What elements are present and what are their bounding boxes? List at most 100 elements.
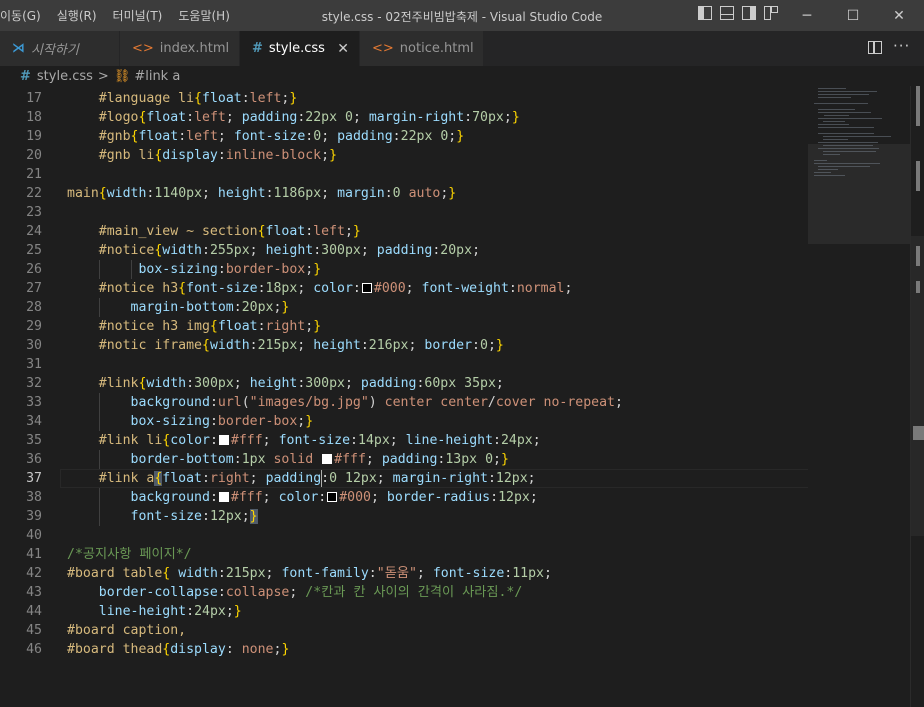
code-line[interactable]: 26 box-sizing:border-box;} — [0, 260, 808, 279]
brace-token: } — [281, 642, 290, 657]
line-number[interactable]: 27 — [0, 279, 42, 298]
line-number[interactable]: 19 — [0, 127, 42, 146]
line-number[interactable]: 31 — [0, 355, 42, 374]
minimap-line — [818, 169, 839, 170]
color-swatch[interactable] — [322, 454, 333, 464]
code-line[interactable]: 37 #link a{float:right; padding:0 12px; … — [0, 469, 810, 488]
punct-token: ; — [493, 452, 501, 467]
number-token: 216px — [368, 338, 409, 353]
menu-terminal[interactable]: 터미널(T) — [105, 7, 171, 24]
menu-go[interactable]: 이동(G) — [0, 7, 49, 24]
code-line[interactable]: 45 #board caption, — [0, 621, 808, 640]
code-line[interactable]: 36 border-bottom:1px solid #fff; padding… — [0, 450, 808, 469]
color-swatch[interactable] — [327, 492, 338, 502]
code-line[interactable]: 43 border-collapse:collapse; /*칸과 칸 사이의 … — [0, 583, 808, 602]
code-line[interactable]: 40 — [0, 526, 808, 545]
line-number[interactable]: 33 — [0, 393, 42, 412]
property-token: font-size — [233, 129, 306, 144]
line-number[interactable]: 40 — [0, 526, 42, 545]
line-number[interactable]: 17 — [0, 89, 42, 108]
code-line[interactable]: 21 — [0, 165, 808, 184]
code-line[interactable]: 35 #link li{color: #fff; font-size:14px; … — [0, 431, 808, 450]
code-line[interactable]: 39 font-size:12px;} — [0, 507, 808, 526]
tab-welcome[interactable]: ⋊ 시작하기 — [0, 31, 120, 66]
code-line[interactable]: 22 main{width:1140px; height:1186px; marg… — [0, 184, 808, 203]
selector-token: #language li — [98, 91, 195, 106]
minimize-button[interactable]: ─ — [784, 0, 830, 31]
tab-notice-html[interactable]: <> notice.html — [360, 31, 484, 66]
tab-index-html[interactable]: <> index.html — [120, 31, 240, 66]
close-window-button[interactable]: ✕ — [876, 0, 922, 31]
vertical-scrollbar[interactable] — [910, 86, 924, 707]
punct-token: ; — [408, 338, 417, 353]
color-swatch[interactable] — [218, 435, 229, 445]
line-number[interactable]: 36 — [0, 450, 42, 469]
toggle-primary-sidebar-icon[interactable] — [698, 6, 712, 20]
line-number[interactable]: 37 — [0, 469, 42, 488]
color-swatch[interactable] — [218, 492, 229, 502]
code-line[interactable]: 44 line-height:24px;} — [0, 602, 808, 621]
line-number[interactable]: 42 — [0, 564, 42, 583]
code-line[interactable]: 31 — [0, 355, 808, 374]
menu-run[interactable]: 실행(R) — [49, 7, 105, 24]
indent-guide — [98, 393, 100, 412]
code-line[interactable]: 30 #notic iframe{width:215px; height:216… — [0, 336, 808, 355]
line-number[interactable]: 39 — [0, 507, 42, 526]
code-line[interactable]: 28 margin-bottom:20px;} — [0, 298, 808, 317]
minimap[interactable] — [808, 86, 910, 707]
line-number[interactable]: 46 — [0, 640, 42, 659]
line-number[interactable]: 21 — [0, 165, 42, 184]
code-line[interactable]: 25 #notice{width:255px; height:300px; pa… — [0, 241, 808, 260]
code-line[interactable]: 19 #gnb{float:left; font-size:0; padding… — [0, 127, 808, 146]
line-number[interactable]: 45 — [0, 621, 42, 640]
line-number[interactable]: 35 — [0, 431, 42, 450]
code-line[interactable]: 24 #main_view ~ section{float:left;} — [0, 222, 808, 241]
line-number[interactable]: 23 — [0, 203, 42, 222]
line-number[interactable]: 25 — [0, 241, 42, 260]
minimap-viewport[interactable] — [808, 144, 910, 244]
code-line[interactable]: 18 #logo{float:left; padding:22px 0; mar… — [0, 108, 808, 127]
line-number[interactable]: 28 — [0, 298, 42, 317]
code-line[interactable]: 29 #notice h3 img{float:right;} — [0, 317, 808, 336]
toggle-secondary-sidebar-icon[interactable] — [742, 6, 756, 20]
code-line[interactable]: 23 — [0, 203, 808, 222]
code-line[interactable]: 41 /*공지사항 페이지*/ — [0, 545, 808, 564]
line-number[interactable]: 34 — [0, 412, 42, 431]
line-number[interactable]: 32 — [0, 374, 42, 393]
code-line[interactable]: 34 box-sizing:border-box;} — [0, 412, 808, 431]
code-line[interactable]: 42 #board table{ width:215px; font-family… — [0, 564, 808, 583]
color-swatch[interactable] — [361, 283, 372, 293]
minimap-line — [814, 103, 868, 104]
code-line[interactable]: 33 background:url("images/bg.jpg") cente… — [0, 393, 808, 412]
line-number[interactable]: 44 — [0, 602, 42, 621]
code-line[interactable]: 27 #notice h3{font-size:18px; color: #000… — [0, 279, 808, 298]
brace-token: } — [289, 91, 298, 106]
breadcrumb-symbol[interactable]: #link a — [134, 69, 180, 84]
line-number[interactable]: 41 — [0, 545, 42, 564]
property-token: margin-bottom — [130, 300, 234, 315]
code-line[interactable]: 32 #link{width:300px; height:300px; padd… — [0, 374, 808, 393]
menu-help[interactable]: 도움말(H) — [170, 7, 238, 24]
code-line[interactable]: 46 #board thead{display: none;} — [0, 640, 808, 659]
close-tab-icon[interactable]: ✕ — [337, 41, 349, 57]
line-number[interactable]: 30 — [0, 336, 42, 355]
breadcrumb-file[interactable]: style.css — [37, 69, 93, 84]
line-number[interactable]: 43 — [0, 583, 42, 602]
code-line[interactable]: 17 #language li{float:left;} — [0, 89, 808, 108]
customize-layout-icon[interactable] — [764, 6, 778, 20]
split-editor-icon[interactable] — [868, 41, 882, 54]
line-number[interactable]: 29 — [0, 317, 42, 336]
line-number[interactable]: 24 — [0, 222, 42, 241]
tab-style-css[interactable]: # style.css ✕ — [240, 31, 360, 66]
code-line[interactable]: 38 background: #fff; color: #000; border-r… — [0, 488, 808, 507]
line-number[interactable]: 18 — [0, 108, 42, 127]
toggle-panel-icon[interactable] — [720, 6, 734, 20]
code-editor[interactable]: 17 #language li{float:left;} 18 #logo{flo… — [0, 86, 810, 707]
line-number[interactable]: 20 — [0, 146, 42, 165]
line-number[interactable]: 38 — [0, 488, 42, 507]
more-actions-icon[interactable]: ··· — [893, 37, 910, 55]
line-number[interactable]: 22 — [0, 184, 42, 203]
code-line[interactable]: 20 #gnb li{display:inline-block;} — [0, 146, 808, 165]
maximize-button[interactable]: ☐ — [830, 0, 876, 31]
line-number[interactable]: 26 — [0, 260, 42, 279]
